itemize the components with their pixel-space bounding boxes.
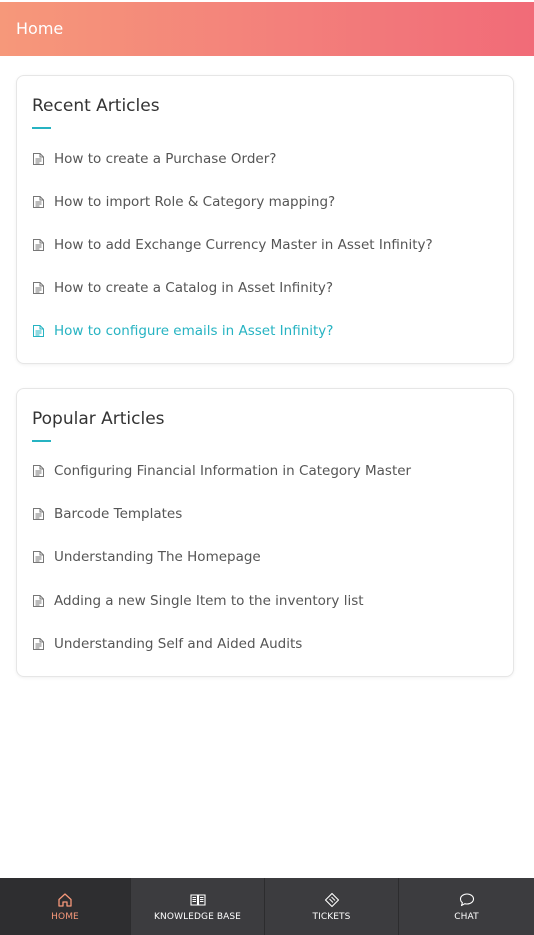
nav-label-knowledge-base: KNOWLEDGE BASE	[154, 912, 241, 922]
article-label: Understanding The Homepage	[54, 549, 261, 565]
document-icon	[32, 637, 45, 651]
bottom-nav: HOME KNOWLEDGE BASE TICKETS CHAT	[0, 878, 534, 935]
title-underline	[32, 440, 51, 442]
recent-articles-title: Recent Articles	[32, 96, 160, 116]
popular-articles-card: Popular Articles Configuring Financial I…	[16, 388, 514, 677]
article-label: How to create a Catalog in Asset Infinit…	[54, 280, 334, 296]
article-link[interactable]: How to add Exchange Currency Master in A…	[32, 235, 433, 255]
article-label: Barcode Templates	[54, 506, 183, 522]
article-label: Configuring Financial Information in Cat…	[54, 463, 412, 479]
nav-label-chat: CHAT	[454, 912, 479, 922]
document-icon	[32, 195, 45, 209]
article-label: Adding a new Single Item to the inventor…	[54, 593, 364, 609]
article-link[interactable]: Configuring Financial Information in Cat…	[32, 461, 411, 481]
document-icon	[32, 507, 45, 521]
article-label: How to configure emails in Asset Infinit…	[54, 323, 334, 339]
book-icon	[189, 891, 207, 909]
article-link[interactable]: How to create a Purchase Order?	[32, 149, 276, 169]
document-icon	[32, 238, 45, 252]
chat-icon	[458, 891, 476, 909]
article-link[interactable]: Understanding Self and Aided Audits	[32, 634, 302, 654]
home-icon	[56, 891, 74, 909]
article-link[interactable]: Barcode Templates	[32, 504, 182, 524]
article-link[interactable]: Understanding The Homepage	[32, 547, 261, 567]
article-label: Understanding Self and Aided Audits	[54, 636, 303, 652]
document-icon	[32, 550, 45, 564]
document-icon	[32, 464, 45, 478]
article-link[interactable]: How to import Role & Category mapping?	[32, 192, 335, 212]
document-icon	[32, 152, 45, 166]
nav-label-home: HOME	[51, 912, 79, 922]
article-link[interactable]: Adding a new Single Item to the inventor…	[32, 591, 364, 611]
popular-articles-title: Popular Articles	[32, 409, 165, 429]
article-label: How to create a Purchase Order?	[54, 151, 277, 167]
title-underline	[32, 127, 51, 129]
document-icon	[32, 324, 45, 338]
nav-label-tickets: TICKETS	[312, 912, 351, 922]
article-label: How to import Role & Category mapping?	[54, 194, 336, 210]
nav-item-tickets[interactable]: TICKETS	[265, 878, 399, 935]
app-header: Home	[0, 2, 534, 56]
article-link[interactable]: How to create a Catalog in Asset Infinit…	[32, 278, 333, 298]
article-link[interactable]: How to configure emails in Asset Infinit…	[32, 321, 333, 341]
nav-item-home[interactable]: HOME	[0, 878, 131, 935]
nav-item-knowledge-base[interactable]: KNOWLEDGE BASE	[131, 878, 265, 935]
ticket-icon	[323, 891, 341, 909]
article-label: How to add Exchange Currency Master in A…	[54, 237, 433, 253]
app-frame: Home Recent Articles How to create a Pur…	[0, 0, 534, 935]
document-icon	[32, 281, 45, 295]
page-title: Home	[16, 19, 64, 38]
nav-item-chat[interactable]: CHAT	[399, 878, 534, 935]
document-icon	[32, 594, 45, 608]
recent-articles-card: Recent Articles How to create a Purchase…	[16, 75, 514, 364]
